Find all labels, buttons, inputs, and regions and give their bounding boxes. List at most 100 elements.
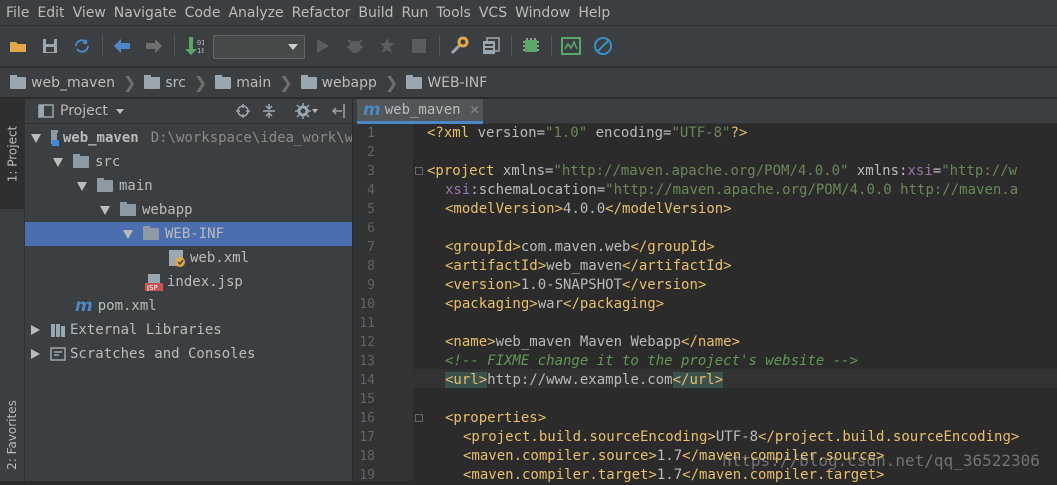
close-icon[interactable]: ✕: [470, 103, 480, 117]
fold-marker-icon[interactable]: [415, 414, 423, 422]
menu-code[interactable]: Code: [184, 5, 228, 21]
menu-run[interactable]: Run: [401, 5, 436, 21]
locate-file-icon[interactable]: [235, 103, 251, 119]
code-line[interactable]: <name>web_maven Maven Webapp</name>: [445, 333, 740, 352]
chevron-down-icon: [288, 44, 298, 50]
code-token: </modelVersion>: [605, 201, 732, 217]
run-configuration-select[interactable]: [213, 35, 305, 59]
module-folder-icon: [10, 74, 26, 89]
code-token: <url>: [445, 372, 488, 388]
tree-item-src[interactable]: src: [25, 150, 352, 174]
code-token: </project.build.sourceEncoding>: [758, 429, 1020, 445]
open-icon[interactable]: [8, 36, 28, 56]
breadcrumb-item-main[interactable]: main ❯: [215, 68, 300, 98]
line-number: 14: [359, 373, 375, 388]
code-line[interactable]: <project xmlns="http://maven.apache.org/…: [427, 162, 1017, 181]
chevron-right-icon: ❯: [193, 73, 208, 92]
tab-favorites[interactable]: 2: Favorites: [0, 389, 24, 481]
breadcrumb-item-src[interactable]: src ❯: [144, 68, 215, 98]
menu-window[interactable]: Window: [514, 5, 577, 21]
back-icon[interactable]: [112, 36, 132, 56]
tab-project[interactable]: 1: Project: [0, 99, 24, 209]
jsp-file-icon: JSP: [145, 274, 163, 291]
tree-item-scratches[interactable]: Scratches and Consoles: [25, 342, 352, 366]
tree-item-web-xml[interactable]: web.xml: [25, 246, 352, 270]
code-line[interactable]: <version>1.0-SNAPSHOT</version>: [445, 276, 706, 295]
code-line[interactable]: <modelVersion>4.0.0</modelVersion>: [445, 200, 732, 219]
tree-item-pom-xml[interactable]: m pom.xml: [25, 294, 352, 318]
expand-arrow-icon[interactable]: [123, 229, 133, 239]
menu-file[interactable]: File: [5, 5, 36, 21]
build-icon[interactable]: 01 10: [184, 36, 204, 56]
tree-item-main[interactable]: main: [25, 174, 352, 198]
tree-item-index-jsp[interactable]: JSP index.jsp: [25, 270, 352, 294]
monitor-icon[interactable]: [561, 36, 581, 56]
gear-icon[interactable]: [295, 103, 311, 119]
menu-help[interactable]: Help: [577, 5, 617, 21]
editor-tab-web-maven[interactable]: m web_maven ✕: [357, 99, 483, 124]
toolbar-separator: [551, 35, 552, 57]
breadcrumb-label: web_maven: [31, 74, 115, 91]
menu-tools[interactable]: Tools: [435, 5, 478, 21]
expand-arrow-icon[interactable]: [100, 205, 110, 215]
menu-view[interactable]: View: [72, 5, 113, 21]
breadcrumb-item-web-maven[interactable]: web_maven ❯: [10, 68, 144, 98]
code-line[interactable]: <url>http://www.example.com</url>: [445, 371, 724, 390]
chevron-right-icon: ❯: [279, 73, 293, 92]
menu-edit[interactable]: Edit: [36, 5, 71, 21]
sync-icon[interactable]: [72, 36, 92, 56]
chevron-down-icon[interactable]: [115, 108, 124, 114]
menu-navigate[interactable]: Navigate: [113, 5, 184, 21]
code-line[interactable]: <properties>: [445, 409, 546, 428]
sdk-icon[interactable]: [521, 36, 541, 56]
toolbar-separator: [439, 35, 440, 57]
code-token: <properties>: [445, 410, 547, 426]
code-token: </groupId>: [630, 239, 715, 255]
tree-item-external-libraries[interactable]: External Libraries: [25, 318, 352, 342]
debug-icon[interactable]: [345, 36, 365, 56]
hide-panel-icon[interactable]: [330, 103, 346, 119]
folder-icon: [143, 226, 159, 240]
code-line[interactable]: <?xml version="1.0" encoding="UTF-8"?>: [427, 124, 747, 143]
code-line[interactable]: <packaging>war</packaging>: [445, 295, 664, 314]
code-line[interactable]: <!-- FIXME change it to the project's we…: [445, 352, 858, 371]
block-icon[interactable]: [593, 36, 613, 56]
breadcrumb-item-web-inf[interactable]: WEB-INF: [406, 68, 487, 98]
code-line[interactable]: <groupId>com.maven.web</groupId>: [445, 238, 715, 257]
code-token: <maven.compiler.source>: [463, 448, 657, 464]
menu-analyze[interactable]: Analyze: [227, 5, 290, 21]
fold-marker-icon[interactable]: [415, 167, 423, 175]
collapse-all-icon[interactable]: [261, 103, 277, 119]
expand-arrow-icon[interactable]: [77, 181, 87, 191]
save-icon[interactable]: [40, 36, 60, 56]
toolbar-separator: [174, 35, 175, 57]
menu-refactor[interactable]: Refactor: [291, 5, 358, 21]
run-icon[interactable]: [313, 36, 333, 56]
code-line[interactable]: xsi:schemaLocation="http://maven.apache.…: [445, 181, 1018, 200]
tree-item-web-inf[interactable]: WEB-INF: [25, 222, 352, 246]
stop-icon[interactable]: [409, 36, 429, 56]
expand-arrow-icon[interactable]: [53, 157, 63, 167]
menu-vcs[interactable]: VCS: [478, 5, 514, 21]
breadcrumb-item-webapp[interactable]: webapp ❯: [300, 68, 407, 98]
tree-item-web-maven[interactable]: web_maven D:\workspace\idea_work\w: [25, 126, 352, 150]
code-line[interactable]: <artifactId>web_maven</artifactId>: [445, 257, 732, 276]
forward-icon[interactable]: [144, 36, 164, 56]
project-tool-window: Project web_maven D:\workspace\idea_work…: [25, 99, 353, 481]
expand-arrow-icon[interactable]: [31, 133, 41, 143]
code-line[interactable]: <project.build.sourceEncoding>UTF-8</pro…: [463, 428, 1019, 447]
svg-text:01: 01: [197, 39, 204, 47]
collapse-arrow-icon[interactable]: [31, 325, 40, 335]
settings-icon[interactable]: [449, 36, 469, 56]
tree-item-webapp[interactable]: webapp: [25, 198, 352, 222]
breadcrumb-label: src: [165, 74, 186, 91]
project-view-selector[interactable]: Project: [60, 103, 108, 119]
code-token: =: [932, 163, 942, 179]
line-number: 10: [359, 297, 375, 312]
menu-build[interactable]: Build: [357, 5, 400, 21]
coverage-icon[interactable]: [377, 36, 397, 56]
line-number: 11: [359, 316, 375, 331]
chevron-down-icon[interactable]: [312, 109, 318, 113]
collapse-arrow-icon[interactable]: [31, 349, 40, 359]
project-structure-icon[interactable]: [481, 36, 501, 56]
